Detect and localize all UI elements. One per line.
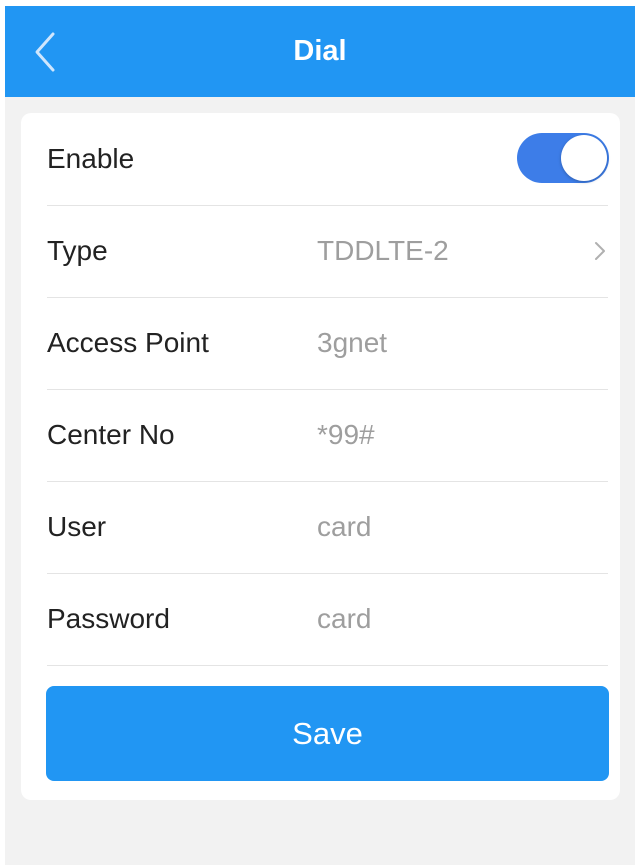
password-label: Password — [47, 603, 170, 634]
dial-settings-card: Enable Type TDDLTE-2 Access Point Center… — [21, 113, 620, 800]
center-no-label: Center No — [47, 419, 175, 450]
access-point-field[interactable] — [317, 297, 567, 389]
app-header: Dial — [5, 6, 635, 97]
toggle-knob — [561, 135, 607, 181]
enable-toggle[interactable] — [517, 133, 609, 183]
center-no-row: Center No — [47, 389, 608, 482]
type-row[interactable]: Type TDDLTE-2 — [47, 205, 608, 298]
chevron-left-icon — [35, 32, 55, 72]
type-value: TDDLTE-2 — [317, 235, 449, 266]
password-row: Password — [47, 573, 608, 666]
enable-row: Enable — [47, 113, 609, 206]
enable-label: Enable — [47, 143, 135, 174]
user-field[interactable] — [317, 481, 567, 573]
page-title: Dial — [293, 35, 347, 67]
dial-settings-screen: Dial Enable Type TDDLTE-2 Access Point C… — [5, 6, 635, 865]
access-point-label: Access Point — [47, 327, 209, 358]
password-field[interactable] — [317, 573, 567, 665]
access-point-row: Access Point — [47, 297, 608, 390]
center-no-field[interactable] — [317, 389, 567, 481]
save-button[interactable]: Save — [46, 686, 609, 781]
back-button[interactable] — [27, 28, 67, 76]
user-row: User — [47, 481, 608, 574]
chevron-right-icon — [595, 242, 605, 260]
user-label: User — [47, 511, 107, 542]
type-label: Type — [47, 235, 108, 266]
